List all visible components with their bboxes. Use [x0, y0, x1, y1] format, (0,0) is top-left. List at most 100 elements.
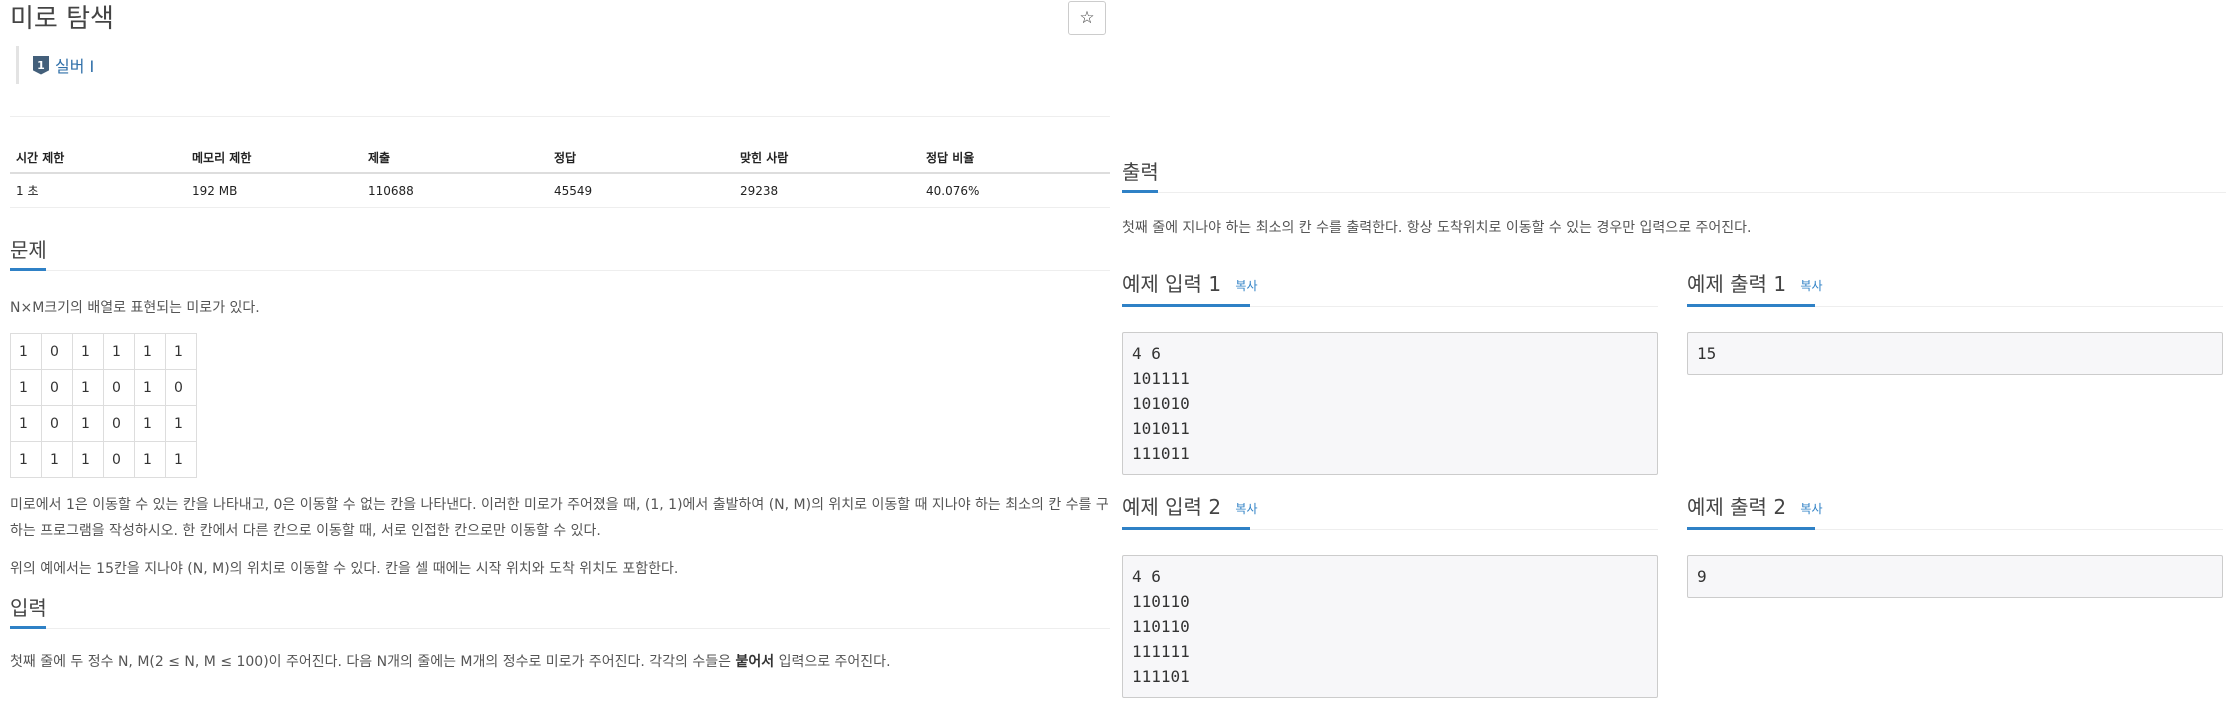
sample-output-2-content[interactable]: 9: [1687, 554, 2223, 598]
maze-cell: 0: [41, 333, 73, 370]
problem-intro: N×M크기의 배열로 표현되는 미로가 있다.: [10, 300, 260, 316]
sample-input-1-content[interactable]: 4 6 101111 101010 101011 111011: [1122, 331, 1658, 475]
problem-heading: 문제: [10, 236, 1110, 271]
input-description: 첫째 줄에 두 정수 N, M(2 ≤ N, M ≤ 100)이 주어진다. 다…: [10, 649, 1110, 675]
favorite-button[interactable]: ☆: [1068, 1, 1106, 35]
header-accept-ratio: 정답 비율: [920, 143, 1110, 174]
title-row: 미로 탐색 ☆: [10, 0, 1110, 44]
maze-cell: 1: [10, 333, 42, 370]
maze-cell: 1: [165, 333, 197, 370]
maze-row: 111011: [10, 441, 197, 478]
maze-cell: 1: [134, 333, 166, 370]
heading-underline: [10, 268, 46, 271]
sample-input-2-heading: 예제 입력 2 복사: [1122, 493, 1658, 530]
maze-cell: 0: [41, 405, 73, 442]
problem-section: 문제 N×M크기의 배열로 표현되는 미로가 있다. 1011111010101…: [10, 236, 1110, 582]
divider: [10, 116, 1110, 117]
sample-output-2: 예제 출력 2 복사 9: [1687, 493, 2223, 598]
sample-input-1-heading: 예제 입력 1 복사: [1122, 270, 1658, 307]
header-solved-users: 맞힌 사람: [734, 143, 920, 174]
problem-heading-text: 문제: [10, 238, 47, 262]
heading-underline: [1687, 303, 1815, 307]
maze-cell: 0: [103, 441, 135, 478]
output-heading-text: 출력: [1122, 160, 1159, 184]
sample-input-2-title: 예제 입력 2: [1122, 495, 1222, 519]
problem-info-table: 시간 제한 메모리 제한 제출 정답 맞힌 사람 정답 비율 1 초 192 M…: [10, 143, 1110, 208]
solved-users-value: 29238: [734, 173, 920, 208]
maze-cell: 0: [103, 405, 135, 442]
time-limit-value: 1 초: [10, 173, 186, 208]
sample-input-1: 예제 입력 1 복사 4 6 101111 101010 101011 1110…: [1122, 270, 1658, 475]
info-value-row: 1 초 192 MB 110688 45549 29238 40.076%: [10, 173, 1110, 208]
output-description: 첫째 줄에 지나야 하는 최소의 칸 수를 출력한다. 항상 도착위치로 이동할…: [1122, 220, 1752, 236]
info-header-row: 시간 제한 메모리 제한 제출 정답 맞힌 사람 정답 비율: [10, 143, 1110, 174]
sample-input-2-content[interactable]: 4 6 110110 110110 111111 111101: [1122, 554, 1658, 698]
header-accepted: 정답: [548, 143, 734, 174]
header-time-limit: 시간 제한: [10, 143, 186, 174]
maze-cell: 1: [165, 405, 197, 442]
sample-output-1-title: 예제 출력 1: [1687, 272, 1787, 296]
maze-table: 101111101010101011111011: [10, 333, 197, 478]
header-memory-limit: 메모리 제한: [186, 143, 362, 174]
submissions-value: 110688: [362, 173, 548, 208]
heading-underline: [1122, 303, 1250, 307]
maze-cell: 1: [10, 441, 42, 478]
copy-button[interactable]: 복사: [1800, 502, 1822, 516]
sample-input-2: 예제 입력 2 복사 4 6 110110 110110 111111 1111…: [1122, 493, 1658, 698]
copy-button[interactable]: 복사: [1235, 279, 1257, 293]
maze-cell: 1: [10, 369, 42, 406]
maze-cell: 1: [72, 369, 104, 406]
heading-underline: [1122, 526, 1250, 530]
sample-output-2-title: 예제 출력 2: [1687, 495, 1787, 519]
maze-cell: 0: [41, 369, 73, 406]
star-icon: ☆: [1079, 8, 1095, 28]
copy-button[interactable]: 복사: [1235, 502, 1257, 516]
input-section: 입력 첫째 줄에 두 정수 N, M(2 ≤ N, M ≤ 100)이 주어진다…: [10, 594, 1110, 675]
header-submissions: 제출: [362, 143, 548, 174]
memory-limit-value: 192 MB: [186, 173, 362, 208]
sample-output-2-heading: 예제 출력 2 복사: [1687, 493, 2223, 530]
heading-underline: [1122, 190, 1158, 193]
maze-cell: 1: [72, 333, 104, 370]
sample-output-1-heading: 예제 출력 1 복사: [1687, 270, 2223, 307]
maze-row: 101010: [10, 369, 197, 406]
problem-description-2: 위의 예에서는 15칸을 지나야 (N, M)의 위치로 이동할 수 있다. 칸…: [10, 561, 679, 577]
accept-ratio-value: 40.076%: [920, 173, 1110, 208]
accepted-value: 45549: [548, 173, 734, 208]
divider: [1122, 192, 2226, 193]
problem-description: 미로에서 1은 이동할 수 있는 칸을 나타내고, 0은 이동할 수 없는 칸을…: [10, 497, 1109, 539]
sample-input-1-title: 예제 입력 1: [1122, 272, 1222, 296]
maze-cell: 1: [134, 405, 166, 442]
maze-cell: 1: [103, 333, 135, 370]
maze-cell: 1: [165, 441, 197, 478]
input-heading-text: 입력: [10, 596, 47, 620]
input-text-after: 입력으로 주어진다.: [774, 654, 891, 670]
heading-underline: [10, 626, 46, 629]
divider: [10, 270, 1110, 271]
maze-cell: 0: [165, 369, 197, 406]
input-text-before: 첫째 줄에 두 정수 N, M(2 ≤ N, M ≤ 100)이 주어진다. 다…: [10, 654, 736, 670]
page-title: 미로 탐색: [10, 4, 114, 34]
maze-cell: 1: [10, 405, 42, 442]
tier-label: 실버 I: [55, 57, 95, 76]
sample-output-1: 예제 출력 1 복사 15: [1687, 270, 2223, 375]
copy-button[interactable]: 복사: [1800, 279, 1822, 293]
maze-cell: 1: [41, 441, 73, 478]
divider: [10, 628, 1110, 629]
maze-cell: 1: [134, 441, 166, 478]
tier-badge-icon: 1: [33, 55, 49, 75]
maze-row: 101111: [10, 333, 197, 370]
maze-cell: 1: [72, 405, 104, 442]
maze-row: 101011: [10, 405, 197, 442]
tier-link[interactable]: 1 실버 I: [16, 46, 1110, 84]
heading-underline: [1687, 526, 1815, 530]
left-column: 미로 탐색 ☆ 1 실버 I 시간 제한 메모리 제한 제출 정답 맞힌 사람 …: [10, 0, 1110, 675]
input-heading: 입력: [10, 594, 1110, 629]
output-section: 출력 첫째 줄에 지나야 하는 최소의 칸 수를 출력한다. 항상 도착위치로 …: [1122, 158, 2226, 241]
sample-output-1-content[interactable]: 15: [1687, 331, 2223, 375]
maze-cell: 1: [134, 369, 166, 406]
input-text-bold: 붙어서: [735, 654, 775, 670]
maze-cell: 1: [72, 441, 104, 478]
output-heading: 출력: [1122, 158, 2226, 193]
maze-cell: 0: [103, 369, 135, 406]
